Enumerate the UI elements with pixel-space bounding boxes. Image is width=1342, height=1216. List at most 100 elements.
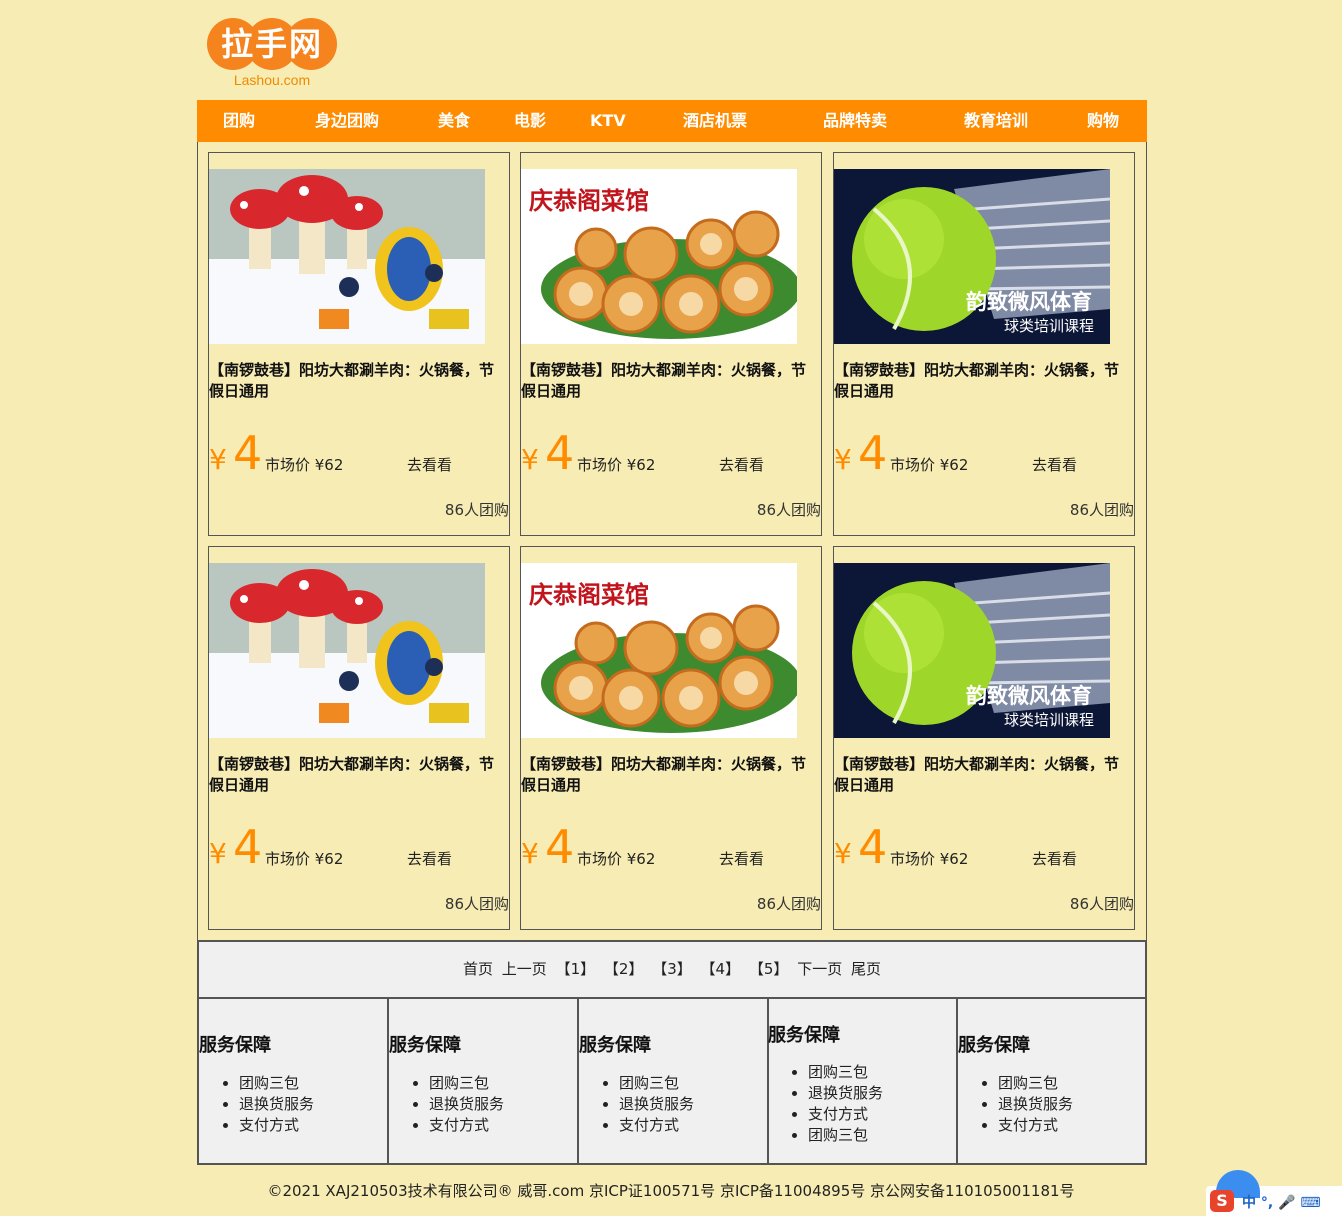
footer-link[interactable]: 团购三包	[619, 1073, 694, 1094]
nav-item-ktv[interactable]: KTV	[590, 100, 626, 142]
product-card[interactable]: 【南锣鼓巷】阳坊大都涮羊肉：火锅餐，节假日通用 ¥ 4 市场价 ¥62 去看看 …	[208, 546, 510, 930]
footer-column-title: 服务保障	[768, 1025, 840, 1046]
currency-symbol: ¥	[521, 837, 539, 870]
page-2[interactable]: 【2】	[604, 960, 644, 978]
product-card[interactable]: 韵致微风体育 球类培训课程 【南锣鼓巷】阳坊大都涮羊肉：火锅餐，节假日通用 ¥ …	[833, 152, 1135, 536]
view-link[interactable]: 去看看	[1032, 848, 1077, 869]
deal-price: 4	[233, 426, 263, 480]
image-subcaption: 球类培训课程	[1004, 711, 1094, 729]
footer-link[interactable]: 团购三包	[808, 1062, 883, 1083]
buyer-count: 86人团购	[1069, 501, 1134, 519]
page-4[interactable]: 【4】	[701, 960, 741, 978]
market-price: 市场价 ¥62	[265, 456, 344, 474]
footer-column-title: 服务保障	[199, 1035, 271, 1056]
page-first[interactable]: 首页	[463, 960, 493, 978]
price-row: ¥ 4 市场价 ¥62 去看看	[521, 817, 821, 874]
product-image[interactable]: 韵致微风体育 球类培训课程	[834, 169, 1110, 344]
price-row: ¥ 4 市场价 ¥62 去看看	[834, 817, 1134, 874]
nav-item-brand[interactable]: 品牌特卖	[823, 100, 887, 142]
view-link[interactable]: 去看看	[719, 454, 764, 475]
page-3[interactable]: 【3】	[652, 960, 692, 978]
currency-symbol: ¥	[209, 443, 227, 476]
footer-services: 服务保障 团购三包 退换货服务 支付方式 服务保障 团购三包 退换货服务 支付方…	[197, 997, 1147, 1165]
nav-item-education[interactable]: 教育培训	[964, 100, 1028, 142]
footer-column: 服务保障 团购三包 退换货服务 支付方式	[389, 999, 579, 1163]
logo[interactable]: 拉手网 Lashou.com	[207, 18, 337, 94]
nav-item-food[interactable]: 美食	[438, 100, 470, 142]
footer-link[interactable]: 退换货服务	[808, 1083, 883, 1104]
sogou-icon[interactable]: S	[1210, 1190, 1234, 1212]
footer-link[interactable]: 支付方式	[619, 1115, 694, 1136]
ime-toolbar[interactable]: S 中 °, 🎤 ⌨	[1206, 1170, 1342, 1216]
product-title[interactable]: 【南锣鼓巷】阳坊大都涮羊肉：火锅餐，节假日通用	[521, 360, 811, 402]
footer-link[interactable]: 团购三包	[429, 1073, 504, 1094]
nav-item-nearby[interactable]: 身边团购	[315, 100, 379, 142]
page-prev[interactable]: 上一页	[502, 960, 547, 978]
footer-column-title: 服务保障	[958, 1035, 1030, 1056]
view-link[interactable]: 去看看	[407, 454, 452, 475]
footer-link[interactable]: 退换货服务	[998, 1094, 1073, 1115]
footer-link[interactable]: 退换货服务	[429, 1094, 504, 1115]
page-next[interactable]: 下一页	[797, 960, 842, 978]
page-last[interactable]: 尾页	[851, 960, 881, 978]
product-grid: 【南锣鼓巷】阳坊大都涮羊肉：火锅餐，节假日通用 ¥ 4 市场价 ¥62 去看看 …	[197, 142, 1147, 940]
view-link[interactable]: 去看看	[719, 848, 764, 869]
product-card[interactable]: 庆恭阁菜馆 【南锣鼓巷】阳坊大都涮羊肉：火锅餐，节假日通用 ¥ 4 市场价 ¥6…	[520, 546, 822, 930]
product-card[interactable]: 韵致微风体育 球类培训课程 【南锣鼓巷】阳坊大都涮羊肉：火锅餐，节假日通用 ¥ …	[833, 546, 1135, 930]
product-title[interactable]: 【南锣鼓巷】阳坊大都涮羊肉：火锅餐，节假日通用	[209, 360, 499, 402]
footer-link[interactable]: 支付方式	[429, 1115, 504, 1136]
footer-link[interactable]: 退换货服务	[619, 1094, 694, 1115]
currency-symbol: ¥	[834, 443, 852, 476]
view-link[interactable]: 去看看	[1032, 454, 1077, 475]
deal-price: 4	[545, 426, 575, 480]
footer-column-title: 服务保障	[389, 1035, 461, 1056]
nav-item-hotel[interactable]: 酒店机票	[683, 100, 747, 142]
product-image[interactable]: 庆恭阁菜馆	[521, 563, 797, 738]
footer-list: 团购三包 退换货服务 支付方式	[199, 1073, 314, 1136]
page-5[interactable]: 【5】	[749, 960, 789, 978]
footer-list: 团购三包 退换货服务 支付方式	[389, 1073, 504, 1136]
footer-list: 团购三包 退换货服务 支付方式 团购三包	[768, 1062, 883, 1146]
price-row: ¥ 4 市场价 ¥62 去看看	[521, 423, 821, 480]
currency-symbol: ¥	[834, 837, 852, 870]
deal-price: 4	[545, 820, 575, 874]
price-row: ¥ 4 市场价 ¥62 去看看	[209, 423, 509, 480]
footer-link[interactable]: 退换货服务	[239, 1094, 314, 1115]
footer-column: 服务保障 团购三包 退换货服务 支付方式	[958, 999, 1146, 1163]
product-card[interactable]: 【南锣鼓巷】阳坊大都涮羊肉：火锅餐，节假日通用 ¥ 4 市场价 ¥62 去看看 …	[208, 152, 510, 536]
footer-link[interactable]: 支付方式	[239, 1115, 314, 1136]
view-link[interactable]: 去看看	[407, 848, 452, 869]
market-price: 市场价 ¥62	[890, 850, 969, 868]
nav-item-tuangou[interactable]: 团购	[223, 100, 255, 142]
product-title[interactable]: 【南锣鼓巷】阳坊大都涮羊肉：火锅餐，节假日通用	[209, 754, 499, 796]
footer-column-title: 服务保障	[579, 1035, 651, 1056]
nav-item-movie[interactable]: 电影	[514, 100, 546, 142]
product-image[interactable]: 韵致微风体育 球类培训课程	[834, 563, 1110, 738]
footer-link[interactable]: 团购三包	[998, 1073, 1073, 1094]
footer-link[interactable]: 团购三包	[239, 1073, 314, 1094]
buyer-count: 86人团购	[1069, 895, 1134, 913]
copyright: ©2021 XAJ210503技术有限公司® 威哥.com 京ICP证10057…	[267, 1182, 1075, 1200]
buyer-count: 86人团购	[756, 895, 821, 913]
market-price: 市场价 ¥62	[890, 456, 969, 474]
footer-list: 团购三包 退换货服务 支付方式	[958, 1073, 1073, 1136]
logo-text: 拉手网	[220, 25, 323, 63]
product-title[interactable]: 【南锣鼓巷】阳坊大都涮羊肉：火锅餐，节假日通用	[834, 754, 1124, 796]
footer-link[interactable]: 支付方式	[808, 1104, 883, 1125]
ime-status[interactable]: 中 °, 🎤 ⌨	[1242, 1192, 1321, 1212]
footer-link[interactable]: 团购三包	[808, 1125, 883, 1146]
footer-link[interactable]: 支付方式	[998, 1115, 1073, 1136]
logo-subtext: Lashou.com	[233, 72, 311, 88]
product-card[interactable]: 庆恭阁菜馆 【南锣鼓巷】阳坊大都涮羊肉：火锅餐，节假日通用 ¥ 4 市场价 ¥6…	[520, 152, 822, 536]
product-title[interactable]: 【南锣鼓巷】阳坊大都涮羊肉：火锅餐，节假日通用	[521, 754, 811, 796]
product-image[interactable]	[209, 169, 485, 344]
deal-price: 4	[233, 820, 263, 874]
buyer-count: 86人团购	[444, 895, 509, 913]
deal-price: 4	[858, 426, 888, 480]
nav-item-shopping[interactable]: 购物	[1087, 100, 1119, 142]
page-1[interactable]: 【1】	[556, 960, 596, 978]
product-title[interactable]: 【南锣鼓巷】阳坊大都涮羊肉：火锅餐，节假日通用	[834, 360, 1124, 402]
product-image[interactable]	[209, 563, 485, 738]
product-image[interactable]: 庆恭阁菜馆	[521, 169, 797, 344]
image-subcaption: 球类培训课程	[1004, 317, 1094, 335]
